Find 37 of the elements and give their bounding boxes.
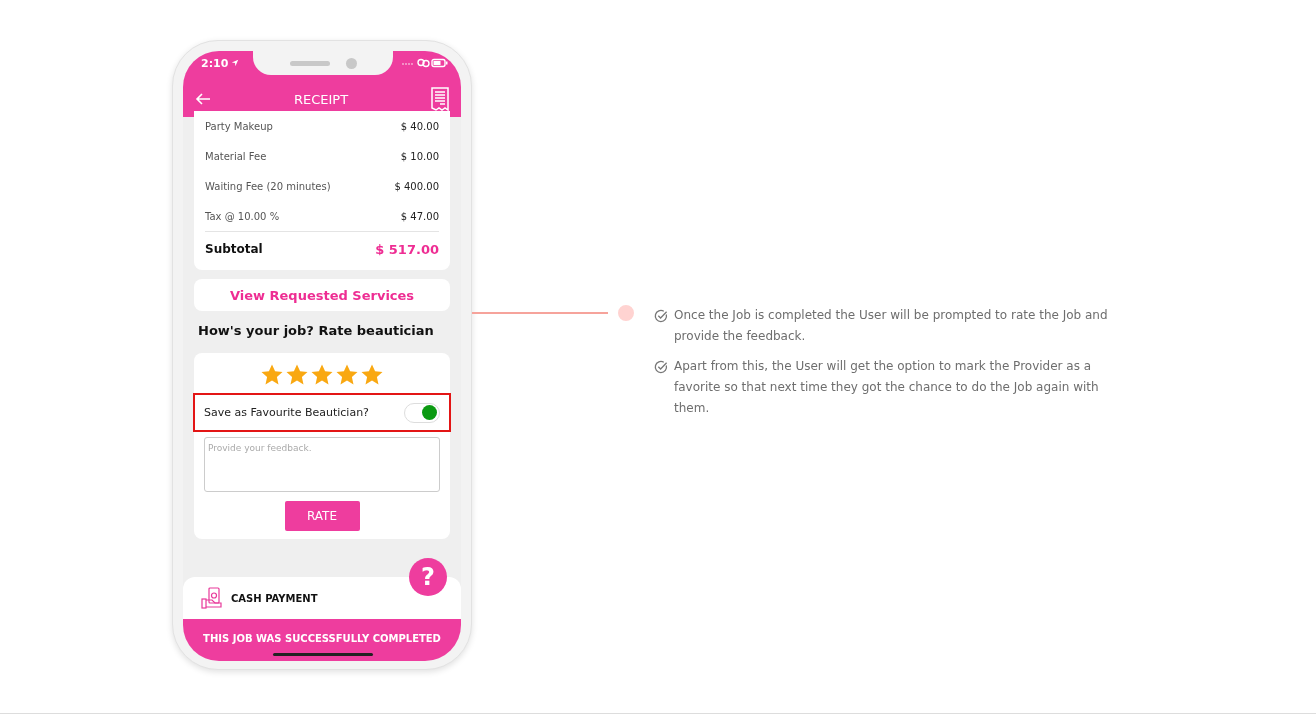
receipt-item-amount: $ 47.00 — [400, 210, 439, 222]
marker-dot — [618, 305, 634, 321]
cash-hand-icon — [201, 587, 223, 609]
payment-method: CASH PAYMENT — [231, 592, 318, 604]
feedback-field[interactable]: Provide your feedback. — [204, 437, 440, 492]
rating-heading: How's your job? Rate beautician — [198, 323, 435, 340]
check-circle-icon — [654, 309, 668, 323]
status-icons — [401, 58, 449, 68]
note-text: Apart from this, the User will get the option to mark the Provider as a favorite so that next time they got the chance to do the Job again with them. — [674, 358, 1100, 417]
rate-button[interactable]: RATE — [284, 501, 360, 531]
back-arrow-icon[interactable] — [195, 93, 211, 105]
help-button[interactable]: ? — [409, 558, 447, 596]
star-rating[interactable] — [260, 363, 384, 387]
location-arrow-icon — [231, 59, 240, 67]
status-time: 2:10 — [201, 56, 229, 70]
favourite-label: Save as Favourite Beautician? — [204, 406, 369, 419]
receipt-item-label: Material Fee — [205, 150, 267, 162]
receipt-item-amount: $ 40.00 — [400, 120, 439, 132]
completion-banner: THIS JOB WAS SUCCESSFULLY COMPLETED — [183, 619, 461, 661]
receipt-item-label: Party Makeup — [205, 120, 273, 132]
note-text: Once the Job is completed the User will be prompted to rate the Job and provide the feedback. — [674, 307, 1109, 345]
star-icon[interactable] — [285, 363, 309, 387]
star-icon[interactable] — [360, 363, 384, 387]
star-icon[interactable] — [310, 363, 334, 387]
header-title: RECEIPT — [293, 91, 349, 107]
receipt-item-amount: $ 10.00 — [400, 150, 439, 162]
receipt-item-amount: $ 400.00 — [394, 180, 439, 192]
view-services-button[interactable]: View Requested Services — [194, 279, 450, 311]
star-icon[interactable] — [335, 363, 359, 387]
star-icon[interactable] — [260, 363, 284, 387]
receipt-item-label: Waiting Fee (20 minutes) — [205, 180, 331, 192]
receipt-icon[interactable] — [431, 87, 449, 111]
check-circle-icon — [654, 360, 668, 374]
receipt-item-label: Tax @ 10.00 % — [205, 210, 280, 222]
favourite-toggle[interactable] — [404, 402, 440, 423]
subtotal-label: Subtotal — [205, 242, 263, 256]
subtotal-amount: $ 517.00 — [375, 241, 439, 257]
